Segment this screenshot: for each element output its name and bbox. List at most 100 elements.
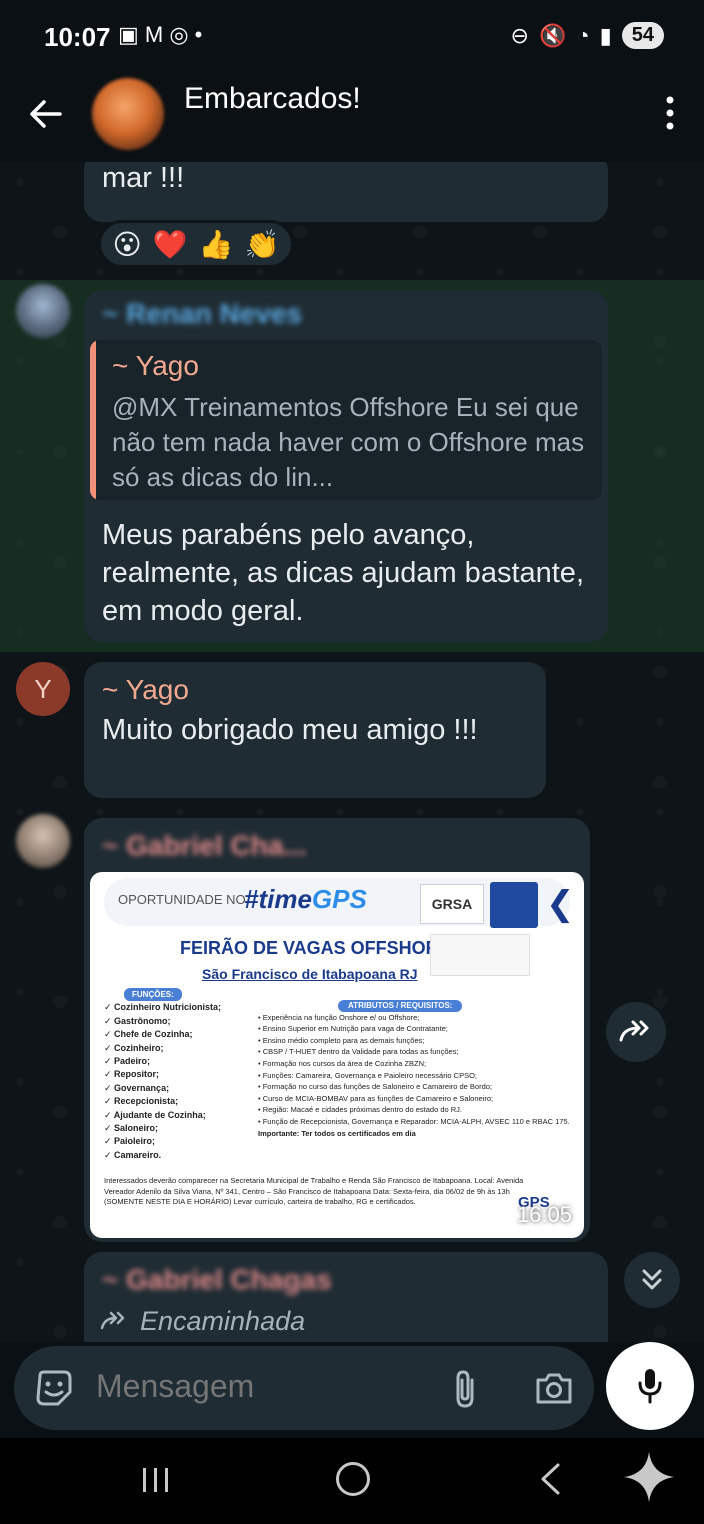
home-icon[interactable] — [336, 1462, 370, 1496]
image-attachment[interactable]: OPORTUNIDADE NO #timeGPS GRSA ❮ FEIRÃO D… — [90, 872, 584, 1238]
nav-back-icon[interactable] — [538, 1462, 562, 1496]
signal-icon: ▮ — [599, 22, 612, 48]
scroll-to-bottom-button[interactable] — [624, 1252, 680, 1308]
forwarded-label: Encaminhada — [140, 1306, 306, 1336]
voice-message-button[interactable] — [606, 1342, 694, 1430]
requirement-item: • Experiência na função Onshore e/ ou Of… — [258, 1012, 420, 1022]
quote-text: @MX Treinamentos Offshore Eu sei que não… — [112, 392, 585, 492]
chevron-logo-icon: ❮ — [546, 885, 575, 923]
message-text: mar !!! — [102, 162, 185, 194]
city-logo — [430, 934, 530, 976]
flyer-title: FEIRÃO DE VAGAS OFFSHORE — [180, 938, 451, 958]
function-item: ✓ Governança; — [104, 1082, 170, 1093]
function-item: ✓ Cozinheiro; — [104, 1042, 164, 1053]
chat-area[interactable]: mar !!! 😮 ❤️ 👍 👏 ~ Renan Neves ~ Yago @M… — [0, 162, 704, 1342]
requirement-item: • Funções: Camareira, Governança e Paiol… — [258, 1070, 477, 1080]
message-bubble[interactable]: mar !!! — [84, 162, 608, 222]
requirement-item: • Ensino médio completo para as demais f… — [258, 1035, 425, 1045]
flyer-brand-suffix: GPS — [311, 884, 367, 914]
sender-name[interactable]: ~ Renan Neves — [102, 298, 302, 330]
attach-clip-icon[interactable] — [450, 1368, 480, 1410]
message-text: Muito obrigado meu amigo !!! — [102, 714, 478, 746]
forward-icon — [619, 1020, 649, 1042]
function-item: ✓ Repositor; — [104, 1069, 160, 1080]
quote-author: ~ Yago — [112, 350, 199, 381]
function-item: ✓ Saloneiro; — [104, 1123, 159, 1134]
avatar[interactable] — [16, 814, 70, 868]
flyer-brand: #timeGPS — [244, 884, 367, 915]
requirement-item: • Formação no curso das funções de Salon… — [258, 1082, 493, 1092]
reaction-clap: 👏 — [244, 228, 280, 260]
function-item: ✓ Ajudante de Cozinha; — [104, 1109, 206, 1120]
quoted-message[interactable]: ~ Yago @MX Treinamentos Offshore Eu sei … — [90, 340, 602, 500]
requirement-item: • Região: Macaé e cidades próximas dentr… — [258, 1105, 462, 1115]
recent-apps-icon[interactable] — [140, 1466, 172, 1494]
flyer-banner: OPORTUNIDADE NO #timeGPS GRSA ❮ — [104, 878, 575, 928]
requirement-item: • Ensino Superior em Nutrição para vaga … — [258, 1024, 448, 1034]
function-item: ✓ Recepcionista; — [104, 1096, 179, 1107]
function-item: ✓ Cozinheiro Nutricionista; — [104, 1002, 222, 1013]
status-right-icons: ⊖ 🔇 ◔ ▮ 54 — [510, 22, 664, 49]
requirement-item: • Curso de MCIA-BOMBAV para as funções d… — [258, 1093, 494, 1103]
flyer-opportunity: OPORTUNIDADE NO — [118, 892, 246, 907]
reaction-thumbs-up: 👍 — [198, 228, 234, 260]
battery-indicator: 54 — [621, 22, 664, 49]
requirements-heading: ATRIBUTOS / REQUISITOS: — [338, 1000, 463, 1012]
function-item: ✓ Chefe de Cozinha; — [104, 1029, 193, 1040]
mute-icon: 🔇 — [538, 22, 567, 48]
sender-name[interactable]: ~ Gabriel Cha... — [102, 830, 307, 862]
group-title[interactable]: Embarcados! — [184, 82, 361, 116]
back-arrow-icon[interactable] — [26, 94, 66, 134]
message-bubble[interactable]: ~ Gabriel Chagas Encaminhada — [84, 1252, 608, 1342]
requirement-item: • Formação nos cursos da área de Cozinha… — [258, 1058, 427, 1068]
whatsapp-chat-screen: 10:07 ▣ M ◎ • ⊖ 🔇 ◔ ▮ 54 Embarcados! mar… — [0, 0, 704, 1524]
chat-header: Embarcados! — [0, 74, 704, 162]
flyer-functions: FUNÇÕES: ✓ Cozinheiro Nutricionista; ✓ G… — [104, 988, 254, 1162]
flyer-footer: Interessados deverão comparecer na Secre… — [104, 1176, 524, 1207]
reaction-wow: 😮 — [112, 228, 142, 260]
important-note: Importante: Ter todos os certificados em… — [258, 1128, 416, 1138]
group-avatar[interactable] — [92, 78, 164, 150]
avatar[interactable]: Y — [16, 662, 70, 716]
forwarded-icon — [100, 1311, 125, 1330]
message-bubble[interactable]: ~ Renan Neves ~ Yago @MX Treinamentos Of… — [84, 290, 608, 642]
image-message-bubble[interactable]: ~ Gabriel Cha... OPORTUNIDADE NO #timeGP… — [84, 818, 590, 1242]
reactions-bar[interactable]: 😮 ❤️ 👍 👏 — [98, 220, 294, 268]
quote-bar — [90, 340, 96, 500]
function-item: ✓ Camareiro. — [104, 1149, 162, 1160]
requirement-item: • Função de Recepcionista, Governança e … — [258, 1116, 570, 1138]
double-chevron-down-icon — [642, 1269, 662, 1290]
more-options-icon[interactable] — [666, 96, 674, 130]
microphone-icon — [638, 1369, 662, 1404]
sender-name[interactable]: ~ Yago — [102, 674, 189, 706]
avatar[interactable] — [16, 284, 70, 338]
message-input-container[interactable] — [14, 1346, 594, 1430]
message-input-bar — [0, 1342, 704, 1438]
function-item: ✓ Gastrônomo; — [104, 1015, 171, 1026]
system-nav-bar — [0, 1438, 704, 1524]
partner-logo — [490, 882, 538, 928]
message-input[interactable] — [96, 1368, 436, 1405]
flyer-brand-prefix: #time — [244, 884, 312, 914]
functions-heading: FUNÇÕES: — [124, 988, 182, 1002]
requirement-item: • CBSP / T-HUET dentro da Validade para … — [258, 1047, 459, 1057]
wifi-icon: ◔ — [576, 22, 590, 48]
function-item: ✓ Paioleiro; — [104, 1136, 156, 1147]
status-bar: 10:07 ▣ M ◎ • ⊖ 🔇 ◔ ▮ 54 — [0, 0, 704, 74]
function-item: ✓ Padeiro; — [104, 1056, 151, 1067]
grsa-logo: GRSA — [420, 884, 484, 924]
assistant-sparkle-icon[interactable] — [622, 1450, 676, 1504]
camera-icon[interactable] — [534, 1370, 574, 1406]
flyer-requirements: ATRIBUTOS / REQUISITOS: • Experiência na… — [258, 1000, 576, 1139]
status-time: 10:07 — [44, 22, 111, 52]
message-time: 16:05 — [516, 1202, 572, 1227]
emoji-sticker-icon[interactable] — [34, 1368, 74, 1408]
reaction-heart: ❤️ — [152, 228, 188, 260]
sender-name[interactable]: ~ Gabriel Chagas — [102, 1264, 332, 1296]
forward-button[interactable] — [606, 1002, 666, 1062]
message-bubble[interactable]: ~ Yago Muito obrigado meu amigo !!! — [84, 662, 546, 798]
message-text: Meus parabéns pelo avanço, realmente, as… — [102, 519, 584, 627]
flyer-subtitle: São Francisco de Itabapoana RJ — [202, 966, 418, 982]
notification-icons: ▣ M ◎ • — [118, 22, 203, 47]
do-not-disturb-icon: ⊖ — [510, 22, 529, 48]
